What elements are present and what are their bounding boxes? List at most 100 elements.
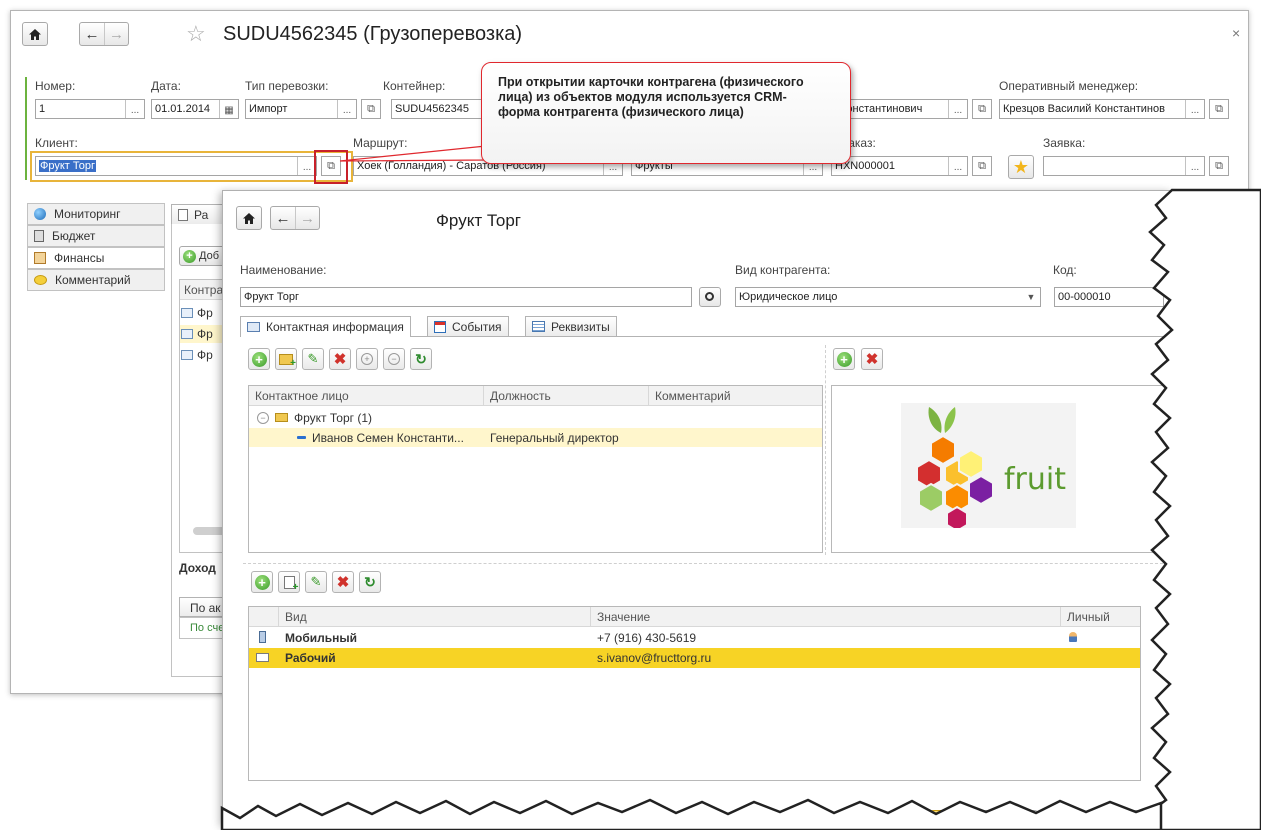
edit-button[interactable]: ✎ <box>302 348 324 370</box>
home-button[interactable] <box>22 22 48 46</box>
edit-info-button[interactable]: ✎ <box>305 571 327 593</box>
home-icon <box>243 212 255 224</box>
document-icon <box>181 308 193 318</box>
finance-icon <box>34 252 46 264</box>
code-field[interactable]: 00-000010 <box>1054 287 1164 307</box>
search-button[interactable] <box>699 287 721 307</box>
forward-icon[interactable]: → <box>295 207 319 229</box>
card-icon <box>247 322 260 332</box>
container-label: Контейнер: <box>383 79 446 93</box>
forward-icon[interactable]: → <box>104 23 128 45</box>
collapse-button[interactable]: − <box>383 348 405 370</box>
add-info-button[interactable]: + <box>251 571 273 593</box>
open-icon[interactable]: ⧉ <box>972 156 992 176</box>
header-accent-bar <box>25 77 27 180</box>
select-button[interactable]: ... <box>337 100 356 118</box>
order-field[interactable]: НХN000001... <box>831 156 968 176</box>
favorite-star-icon[interactable]: ☆ <box>186 22 206 46</box>
select-button[interactable]: ... <box>948 157 967 175</box>
content-row[interactable]: Фр <box>181 306 213 320</box>
kind-select[interactable]: Юридическое лицо ▼ <box>735 287 1041 307</box>
select-button[interactable]: ... <box>948 100 967 118</box>
delete-info-button[interactable]: ✖ <box>332 571 354 593</box>
name-label: Наименование: <box>240 263 327 277</box>
menu-item-monitoring[interactable]: Мониторинг <box>27 203 165 225</box>
document-icon <box>181 350 193 360</box>
back-icon[interactable]: ← <box>80 23 104 45</box>
request-label: Заявка: <box>1043 136 1086 150</box>
tab-requisites[interactable]: Реквизиты <box>525 316 617 336</box>
select-button[interactable]: ... <box>1185 157 1204 175</box>
open-icon[interactable]: ⧉ <box>1209 156 1229 176</box>
add-group-button[interactable]: + <box>275 348 297 370</box>
info-row-work[interactable]: Рабочий s.ivanov@fructtorg.ru <box>249 648 1140 668</box>
manager-field[interactable]: Константинович... <box>836 99 968 119</box>
person-icon <box>297 436 306 439</box>
calendar-icon <box>434 320 446 333</box>
select-button[interactable]: ... <box>125 100 144 118</box>
globe-icon <box>34 208 46 220</box>
contact-info-grid: Вид Значение Личный Мобильный +7 (916) 4… <box>248 606 1141 781</box>
tab-contact-info[interactable]: Контактная информация <box>240 316 411 337</box>
delete-image-button[interactable]: ✖ <box>861 348 883 370</box>
open-icon[interactable]: ⧉ <box>1209 99 1229 119</box>
date-field[interactable]: 01.01.2014 ▦ <box>151 99 239 119</box>
transport-type-field[interactable]: Импорт... <box>245 99 357 119</box>
home-button[interactable] <box>236 206 262 230</box>
folder-icon <box>275 413 288 422</box>
nav-group: ← → <box>270 206 320 230</box>
refresh-info-button[interactable]: ↻ <box>359 571 381 593</box>
close-crm-button[interactable]: Закрыть <box>1091 810 1161 825</box>
nav-group: ← → <box>79 22 129 46</box>
number-field[interactable]: 1... <box>35 99 145 119</box>
highlight-box <box>314 150 348 184</box>
plus-icon: + <box>836 351 852 367</box>
expand-button[interactable]: + <box>356 348 378 370</box>
window-title: SUDU4562345 (Грузоперевозка) <box>223 23 523 45</box>
back-icon[interactable]: ← <box>271 207 295 229</box>
menu-item-comment[interactable]: Комментарий <box>27 269 165 291</box>
select-button[interactable]: ... <box>1185 100 1204 118</box>
ok-button[interactable]: ОК <box>930 810 964 825</box>
favorite-star-button[interactable]: ★ <box>1008 155 1034 179</box>
save-button[interactable]: Записать <box>968 810 1038 825</box>
collapse-icon[interactable]: − <box>257 411 269 424</box>
pencil-icon: ✎ <box>307 351 319 366</box>
dropdown-icon[interactable]: ▼ <box>1022 292 1040 302</box>
menu-item-budget[interactable]: Бюджет <box>27 225 165 247</box>
op-manager-field[interactable]: Крезцов Василий Константинов... <box>999 99 1205 119</box>
collapse-icon: − <box>388 353 400 365</box>
content-row[interactable]: Фр <box>181 348 213 362</box>
client-field[interactable]: Фрукт Торг... <box>35 156 317 176</box>
request-field[interactable]: ... <box>1043 156 1205 176</box>
copy-info-button[interactable]: + <box>278 571 300 593</box>
open-icon[interactable]: ⧉ <box>361 99 381 119</box>
refresh-icon: ↻ <box>415 350 427 367</box>
contacts-grid-header: Контактное лицо Должность Комментарий <box>249 386 822 406</box>
name-field[interactable]: Фрукт Торг <box>240 287 692 307</box>
contact-row[interactable]: Иванов Семен Константи... Генеральный ди… <box>249 428 822 447</box>
container-field[interactable]: SUDU4562345 <box>391 99 483 119</box>
contacts-grid: Контактное лицо Должность Комментарий − … <box>248 385 823 553</box>
delete-button[interactable]: ✖ <box>329 348 351 370</box>
info-row-mobile[interactable]: Мобильный +7 (916) 430-5619 <box>249 628 1140 648</box>
callout-text: При открытии карточки контрагена (физиче… <box>498 75 804 119</box>
add-contact-button[interactable]: + <box>248 348 270 370</box>
close-button[interactable]: Закрыть <box>1174 664 1232 686</box>
close-icon[interactable]: × <box>1232 25 1240 41</box>
group-row[interactable]: − Фрукт Торг (1) <box>249 408 822 427</box>
menu-item-finance[interactable]: Финансы <box>27 247 165 269</box>
date-label: Дата: <box>151 79 181 93</box>
fruit-logo: fruit <box>901 403 1076 533</box>
pencil-icon: ✎ <box>310 574 322 589</box>
open-icon[interactable]: ⧉ <box>972 99 992 119</box>
transport-type-label: Тип перевозки: <box>245 79 329 93</box>
list-icon <box>532 321 545 332</box>
search-icon <box>704 291 714 301</box>
calendar-icon[interactable]: ▦ <box>219 100 238 118</box>
tab-events[interactable]: События <box>427 316 509 336</box>
add-image-button[interactable]: + <box>833 348 855 370</box>
client-label: Клиент: <box>35 136 78 150</box>
refresh-button[interactable]: ↻ <box>410 348 432 370</box>
plus-icon: + <box>254 574 270 590</box>
